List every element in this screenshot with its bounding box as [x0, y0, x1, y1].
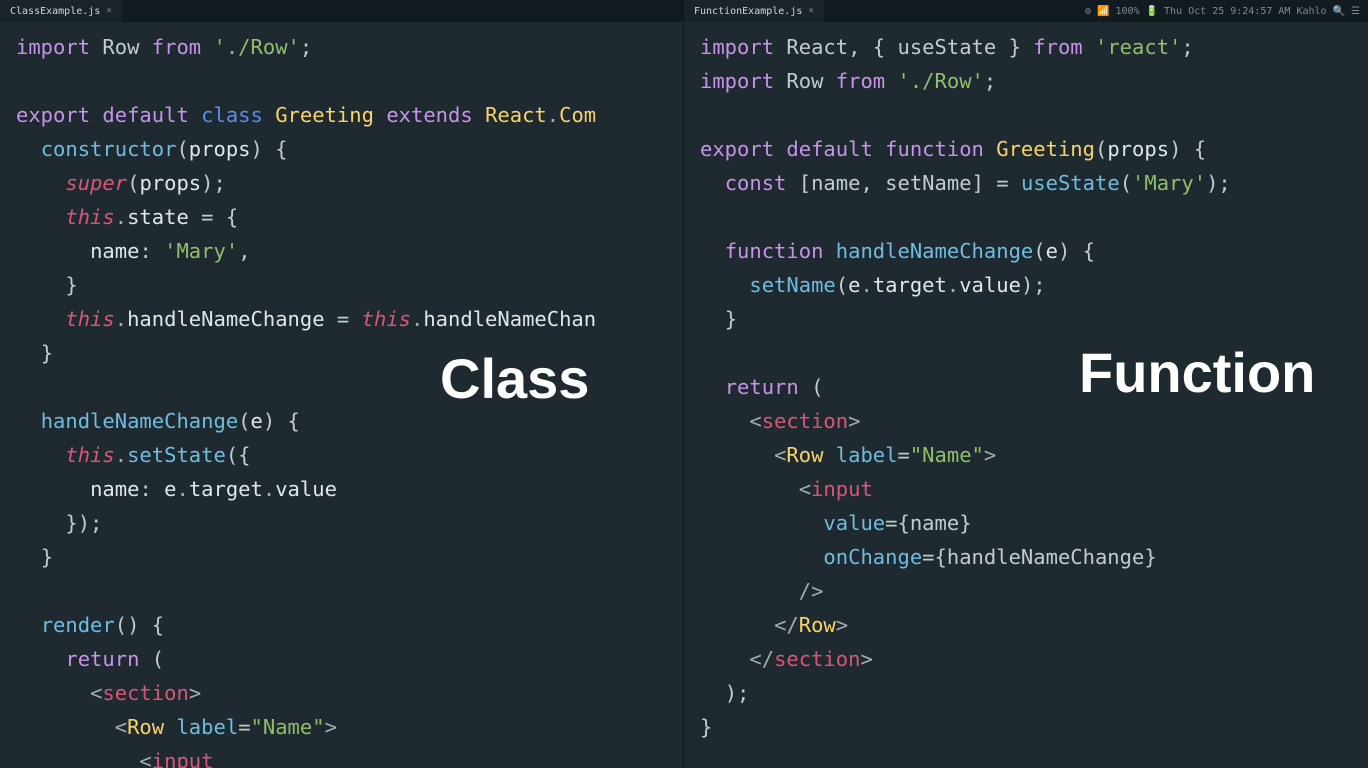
wifi-icon: 📶 — [1097, 6, 1109, 17]
tab-bar-left: ClassExample.js × — [0, 0, 683, 22]
tab-bar-right: FunctionExample.js × ⚙ 📶 100% 🔋 Thu Oct … — [684, 0, 1368, 22]
user-label: Kahlo — [1296, 6, 1326, 17]
battery-icon: 🔋 — [1146, 6, 1158, 17]
close-icon[interactable]: × — [808, 6, 813, 16]
battery-label: 100% — [1115, 6, 1139, 17]
editor-pane-left: ClassExample.js × import Row from './Row… — [0, 0, 684, 768]
editor-pane-right: FunctionExample.js × ⚙ 📶 100% 🔋 Thu Oct … — [684, 0, 1368, 768]
code-editor-left[interactable]: import Row from './Row'; export default … — [0, 22, 683, 768]
tab-class-example[interactable]: ClassExample.js × — [0, 0, 122, 22]
time-label: 9:24:57 AM — [1230, 6, 1290, 17]
tab-function-example[interactable]: FunctionExample.js × — [684, 0, 824, 22]
menu-icon[interactable]: ☰ — [1351, 6, 1360, 17]
close-icon[interactable]: × — [106, 6, 111, 16]
tab-label: ClassExample.js — [10, 6, 100, 17]
search-icon[interactable]: 🔍 — [1333, 6, 1345, 17]
macos-menubar: ⚙ 📶 100% 🔋 Thu Oct 25 9:24:57 AM Kahlo 🔍… — [1077, 0, 1368, 22]
app-root: ClassExample.js × import Row from './Row… — [0, 0, 1368, 768]
code-editor-right[interactable]: import React, { useState } from 'react';… — [684, 22, 1368, 752]
tab-label: FunctionExample.js — [694, 6, 802, 17]
date-label: Thu Oct 25 — [1164, 6, 1224, 17]
menu-icon: ⚙ — [1085, 6, 1091, 17]
